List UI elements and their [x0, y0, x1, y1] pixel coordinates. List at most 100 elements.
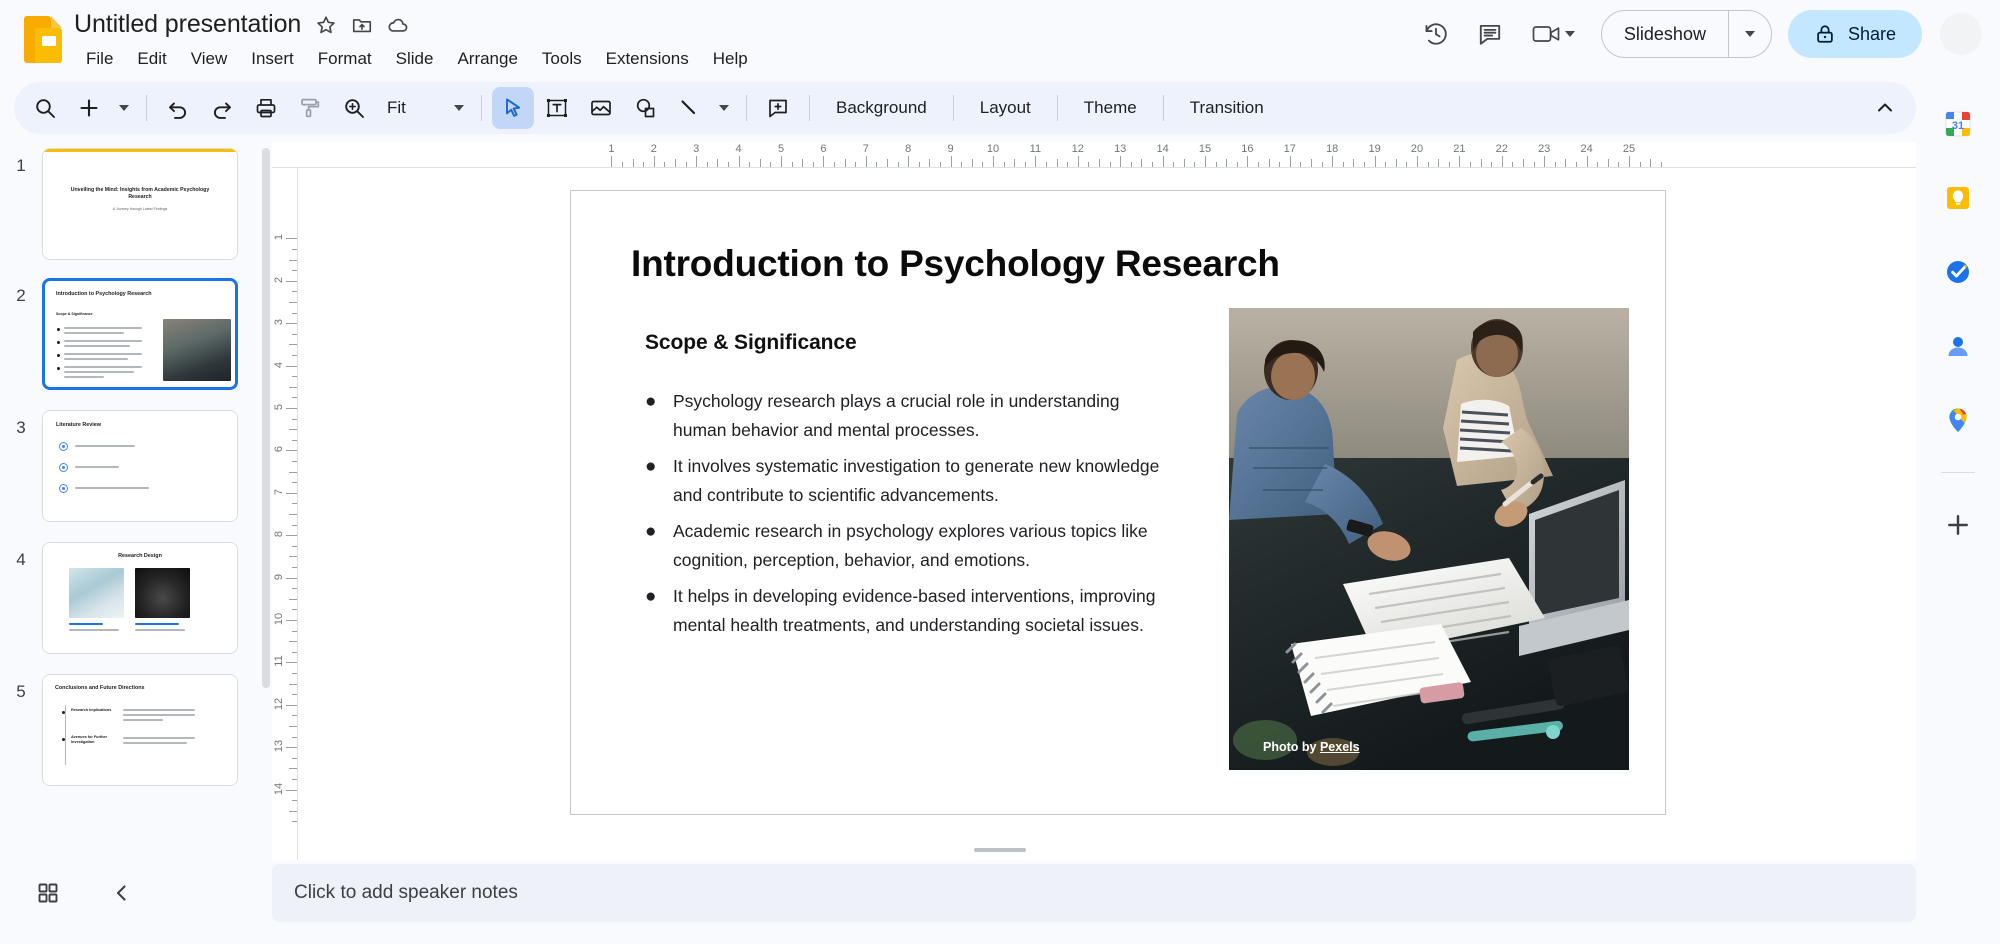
photo-credit[interactable]: Photo by Pexels — [1263, 740, 1360, 754]
insert-line-icon[interactable] — [668, 87, 710, 129]
ruler-minor-tick — [1014, 159, 1016, 167]
filmstrip-slide-5[interactable]: 5 Conclusions and Future Directions Rese… — [0, 668, 272, 786]
photo-illustration — [1229, 308, 1629, 770]
thumb-photo — [163, 319, 231, 381]
add-side-panel-icon[interactable] — [1936, 503, 1980, 547]
ruler-minor-tick — [1395, 159, 1397, 167]
paint-format-icon[interactable] — [289, 87, 331, 129]
menu-edit[interactable]: Edit — [125, 46, 178, 72]
ruler-minor-tick — [1512, 162, 1514, 167]
avatar[interactable] — [1940, 13, 1982, 55]
layout-button[interactable]: Layout — [964, 90, 1047, 126]
speaker-notes-input[interactable]: Click to add speaker notes — [272, 864, 1916, 922]
theme-button[interactable]: Theme — [1068, 90, 1153, 126]
slide-thumbnail[interactable]: Conclusions and Future Directions Resear… — [42, 674, 238, 786]
menu-tools[interactable]: Tools — [530, 46, 594, 72]
menu-help[interactable]: Help — [701, 46, 760, 72]
collapse-filmstrip-icon[interactable] — [102, 873, 142, 913]
grid-view-icon[interactable] — [28, 873, 68, 913]
background-button[interactable]: Background — [820, 90, 943, 126]
cloud-saved-icon[interactable] — [387, 14, 409, 36]
ruler-minor-tick — [1576, 162, 1577, 167]
filmstrip-slide-2[interactable]: 2 Introduction to Psychology Research Sc… — [0, 272, 272, 390]
filmstrip-slide-4[interactable]: 4 Research Design — [0, 536, 272, 654]
slideshow-options-button[interactable] — [1729, 11, 1771, 57]
google-tasks-icon[interactable] — [1936, 250, 1980, 294]
bullet-dot-icon: ● — [645, 391, 657, 412]
print-icon[interactable] — [245, 87, 287, 129]
menu-insert[interactable]: Insert — [239, 46, 306, 72]
zoom-options-icon[interactable] — [447, 87, 471, 129]
new-slide-button[interactable] — [68, 87, 110, 129]
text-box-icon[interactable] — [536, 87, 578, 129]
move-to-folder-icon[interactable] — [351, 14, 373, 36]
ruler-minor-tick — [812, 162, 814, 167]
ruler-tick — [1544, 156, 1546, 167]
google-calendar-icon[interactable]: 31 — [1936, 102, 1980, 146]
filmstrip-slide-1[interactable]: 1 Unveiling the Mind: Insights from Acad… — [0, 142, 272, 260]
bullet-item[interactable]: ● It helps in developing evidence-based … — [645, 582, 1175, 640]
ruler-minor-tick — [292, 800, 297, 802]
filmstrip-slide-3[interactable]: 3 Literature Review — [0, 404, 272, 522]
comment-icon[interactable] — [1466, 10, 1514, 58]
zoom-level[interactable]: Fit — [377, 98, 445, 118]
photo-credit-link[interactable]: Pexels — [1320, 740, 1360, 754]
meet-button[interactable] — [1520, 15, 1585, 53]
active-slide-canvas[interactable]: Introduction to Psychology Research Scop… — [570, 190, 1666, 815]
slide-thumbnail[interactable]: Literature Review — [42, 410, 238, 522]
version-history-icon[interactable] — [1412, 10, 1460, 58]
notes-resize-handle[interactable] — [974, 848, 1026, 852]
share-button[interactable]: Share — [1787, 10, 1922, 58]
menu-slide[interactable]: Slide — [384, 46, 446, 72]
slide-thumbnail[interactable]: Introduction to Psychology Research Scop… — [42, 278, 238, 390]
ruler-number: 1 — [273, 234, 285, 241]
insert-image-icon[interactable] — [580, 87, 622, 129]
thumb-subtitle: A Journey through Latest Findings — [112, 207, 168, 211]
menu-file[interactable]: File — [74, 46, 125, 72]
menu-bar: File Edit View Insert Format Slide Arran… — [74, 46, 760, 72]
google-contacts-icon[interactable] — [1936, 324, 1980, 368]
slide-subhead[interactable]: Scope & Significance — [645, 331, 857, 355]
redo-icon[interactable] — [201, 87, 243, 129]
search-icon[interactable] — [24, 87, 66, 129]
page-title[interactable]: Untitled presentation — [74, 10, 301, 39]
line-options-icon[interactable] — [712, 87, 736, 129]
insert-shape-icon[interactable] — [624, 87, 666, 129]
transition-button[interactable]: Transition — [1174, 90, 1280, 126]
new-slide-options-icon[interactable] — [112, 87, 136, 129]
add-comment-icon[interactable] — [757, 87, 799, 129]
menu-view[interactable]: View — [179, 46, 240, 72]
menu-format[interactable]: Format — [306, 46, 384, 72]
zoom-icon[interactable] — [333, 87, 375, 129]
slide-thumbnail[interactable]: Unveiling the Mind: Insights from Academ… — [42, 148, 238, 260]
ruler-tick — [286, 789, 297, 791]
ruler-minor-tick — [292, 757, 297, 759]
cursor-select-icon[interactable] — [492, 87, 534, 129]
ruler-tick — [286, 492, 297, 494]
slide-thumbnail[interactable]: Research Design — [42, 542, 238, 654]
ruler-number: 13 — [1114, 143, 1127, 155]
slide-bullet-list[interactable]: ● Psychology research plays a crucial ro… — [645, 387, 1175, 647]
menu-extensions[interactable]: Extensions — [594, 46, 701, 72]
slide-filmstrip[interactable]: 1 Unveiling the Mind: Insights from Acad… — [0, 142, 272, 860]
slideshow-button[interactable]: Slideshow — [1602, 11, 1728, 57]
google-maps-icon[interactable] — [1936, 398, 1980, 442]
ruler-minor-tick — [1353, 159, 1355, 167]
collapse-toolbar-icon[interactable] — [1864, 87, 1906, 129]
bullet-item[interactable]: ● Psychology research plays a crucial ro… — [645, 387, 1175, 445]
undo-icon[interactable] — [157, 87, 199, 129]
ruler-tick — [1289, 156, 1291, 167]
slide-title[interactable]: Introduction to Psychology Research — [631, 243, 1280, 285]
bullet-item[interactable]: ● It involves systematic investigation t… — [645, 452, 1175, 510]
share-label: Share — [1847, 23, 1896, 44]
slide-photo[interactable]: Photo by Pexels — [1229, 308, 1629, 770]
ruler-minor-tick — [292, 630, 297, 632]
photo-credit-prefix: Photo by — [1263, 740, 1320, 754]
star-icon[interactable] — [315, 14, 337, 36]
bullet-item[interactable]: ● Academic research in psychology explor… — [645, 517, 1175, 575]
menu-arrange[interactable]: Arrange — [445, 46, 529, 72]
filmstrip-scrollbar[interactable] — [262, 148, 270, 688]
ruler-minor-tick — [887, 159, 888, 167]
google-keep-icon[interactable] — [1936, 176, 1980, 220]
ruler-number: 10 — [986, 143, 1000, 155]
